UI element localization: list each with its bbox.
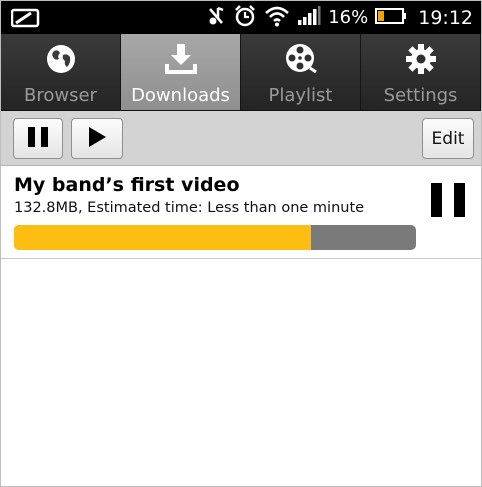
tab-label: Downloads — [131, 85, 230, 106]
pause-icon — [26, 126, 50, 152]
download-progress-fill — [14, 225, 312, 250]
tab-playlist[interactable]: Playlist — [241, 34, 361, 110]
alarm-icon — [233, 4, 257, 32]
tab-label: Settings — [383, 85, 458, 106]
muted-icon — [204, 5, 226, 31]
tab-label: Browser — [24, 85, 97, 106]
gear-icon — [404, 42, 438, 76]
download-toolbar: Edit — [1, 111, 481, 166]
battery-icon — [375, 7, 407, 29]
download-progress-bar — [14, 225, 416, 250]
signal-icon — [297, 5, 321, 30]
app-frame: 16% 19:12 Browser Downloads Playlist Set… — [0, 0, 482, 487]
download-icon — [164, 42, 198, 76]
status-bar: 16% 19:12 — [1, 1, 481, 34]
download-meta: 132.8MB, Estimated time: Less than one m… — [14, 200, 365, 216]
pause-icon-bar — [431, 183, 442, 217]
wifi-icon — [264, 5, 290, 31]
film-reel-icon — [284, 42, 318, 76]
tab-downloads[interactable]: Downloads — [121, 34, 241, 110]
status-time: 19:12 — [418, 6, 473, 29]
download-item[interactable]: My band’s first video 132.8MB, Estimated… — [1, 166, 481, 259]
tab-label: Playlist — [268, 85, 333, 106]
download-title: My band’s first video — [14, 174, 240, 196]
pause-icon-bar — [454, 183, 465, 217]
tab-browser[interactable]: Browser — [1, 34, 121, 110]
edit-button[interactable]: Edit — [422, 118, 474, 159]
pause-download-button[interactable] — [431, 183, 465, 217]
screen-icon — [10, 8, 41, 32]
globe-icon — [44, 42, 78, 76]
battery-percent: 16% — [328, 7, 369, 28]
resume-all-button[interactable] — [71, 118, 123, 159]
play-icon — [86, 126, 108, 152]
tab-bar: Browser Downloads Playlist Settings — [1, 34, 481, 111]
tab-settings[interactable]: Settings — [361, 34, 481, 110]
pause-all-button[interactable] — [13, 118, 63, 159]
